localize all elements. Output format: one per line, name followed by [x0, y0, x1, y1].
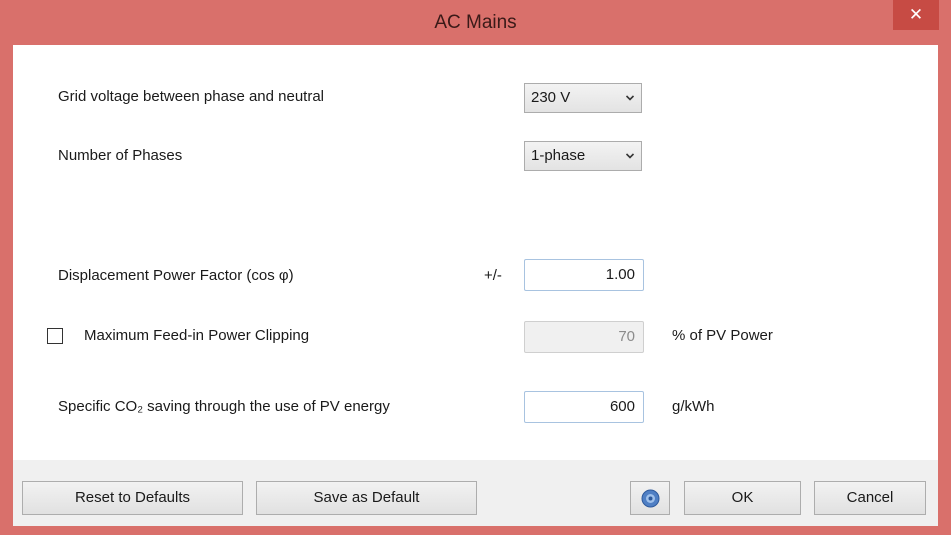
button-bar: Reset to Defaults Save as Default OK Can…: [13, 460, 938, 526]
co2-saving-input[interactable]: 600: [524, 391, 644, 423]
power-factor-prefix: +/-: [484, 267, 502, 284]
power-factor-label: Displacement Power Factor (cos φ): [58, 267, 294, 284]
ac-mains-dialog: AC Mains ✕ Grid voltage between phase an…: [0, 0, 951, 535]
settings-panel: Grid voltage between phase and neutral 2…: [13, 45, 938, 460]
chevron-down-icon: [626, 153, 634, 159]
help-icon: [641, 489, 660, 508]
feed-in-clipping-unit: % of PV Power: [672, 327, 773, 344]
phases-value: 1-phase: [531, 147, 586, 164]
reset-to-defaults-button[interactable]: Reset to Defaults: [22, 481, 243, 515]
title-bar[interactable]: AC Mains ✕: [0, 0, 951, 44]
grid-voltage-value: 230 V: [531, 89, 571, 106]
co2-saving-label: Specific CO₂ saving through the use of P…: [58, 398, 390, 415]
help-button[interactable]: [630, 481, 670, 515]
chevron-down-icon: [626, 95, 634, 101]
co2-saving-unit: g/kWh: [672, 398, 715, 415]
cancel-button[interactable]: Cancel: [814, 481, 926, 515]
grid-voltage-label: Grid voltage between phase and neutral: [58, 88, 325, 105]
save-as-default-button[interactable]: Save as Default: [256, 481, 477, 515]
feed-in-clipping-label: Maximum Feed-in Power Clipping: [84, 327, 310, 344]
ok-button[interactable]: OK: [684, 481, 801, 515]
feed-in-clipping-input: 70: [524, 321, 644, 353]
close-icon: ✕: [908, 5, 924, 24]
window-title: AC Mains: [434, 12, 517, 33]
power-factor-input[interactable]: 1.00: [524, 259, 644, 291]
grid-voltage-select[interactable]: 230 V: [524, 83, 642, 113]
feed-in-clipping-checkbox[interactable]: [47, 328, 63, 344]
phases-label: Number of Phases: [58, 147, 183, 164]
phases-select[interactable]: 1-phase: [524, 141, 642, 171]
close-button[interactable]: ✕: [893, 0, 939, 30]
